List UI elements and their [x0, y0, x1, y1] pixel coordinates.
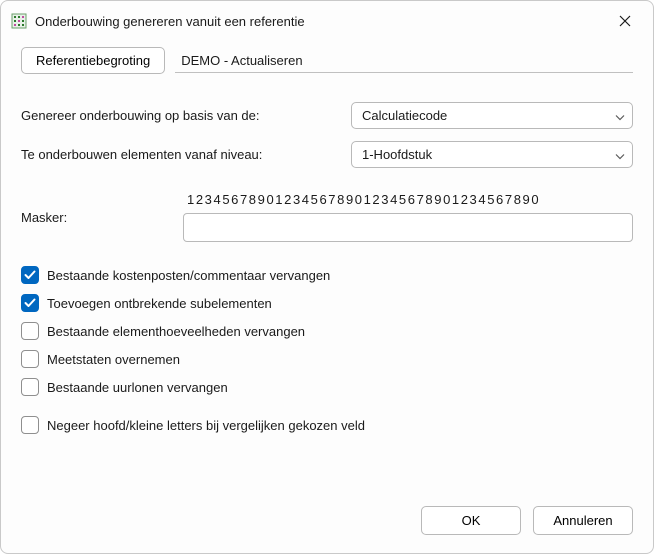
checkbox-box — [21, 294, 39, 312]
mask-input[interactable] — [183, 213, 633, 242]
basis-row: Genereer onderbouwing op basis van de: C… — [21, 102, 633, 129]
checkbox-option[interactable]: Toevoegen ontbrekende subelementen — [21, 294, 633, 312]
checkbox-box — [21, 350, 39, 368]
checkbox-box — [21, 416, 39, 434]
dialog-footer: OK Annuleren — [1, 489, 653, 553]
checkbox-option[interactable]: Negeer hoofd/kleine letters bij vergelij… — [21, 416, 633, 434]
checkbox-option[interactable]: Bestaande elementhoeveelheden vervangen — [21, 322, 633, 340]
checkbox-option[interactable]: Bestaande uurlonen vervangen — [21, 378, 633, 396]
reference-budget-value: DEMO - Actualiseren — [175, 48, 633, 73]
checkbox-list: Bestaande kostenposten/commentaar vervan… — [21, 266, 633, 434]
checkbox-label: Bestaande kostenposten/commentaar vervan… — [47, 268, 330, 283]
niveau-label: Te onderbouwen elementen vanaf niveau: — [21, 147, 351, 162]
reference-row: Referentiebegroting DEMO - Actualiseren — [21, 47, 633, 74]
checkbox-label: Bestaande elementhoeveelheden vervangen — [47, 324, 305, 339]
checkbox-label: Toevoegen ontbrekende subelementen — [47, 296, 272, 311]
niveau-select[interactable]: 1-Hoofdstuk — [351, 141, 633, 168]
close-icon — [619, 15, 631, 27]
dialog-content: Referentiebegroting DEMO - Actualiseren … — [1, 41, 653, 489]
titlebar: Onderbouwing genereren vanuit een refere… — [1, 1, 653, 41]
reference-budget-button[interactable]: Referentiebegroting — [21, 47, 165, 74]
cancel-button[interactable]: Annuleren — [533, 506, 633, 535]
basis-select-value: Calculatiecode — [351, 102, 633, 129]
mask-row: Masker: 12345678901234567890123456789012… — [21, 192, 633, 242]
niveau-select-value: 1-Hoofdstuk — [351, 141, 633, 168]
checkbox-option[interactable]: Meetstaten overnemen — [21, 350, 633, 368]
checkbox-label: Bestaande uurlonen vervangen — [47, 380, 228, 395]
checkbox-label: Meetstaten overnemen — [47, 352, 180, 367]
basis-label: Genereer onderbouwing op basis van de: — [21, 108, 351, 123]
check-icon — [24, 298, 36, 308]
mask-right: 1234567890123456789012345678901234567890 — [183, 192, 633, 242]
mask-ruler: 1234567890123456789012345678901234567890 — [183, 192, 633, 207]
checkbox-box — [21, 378, 39, 396]
niveau-row: Te onderbouwen elementen vanaf niveau: 1… — [21, 141, 633, 168]
dialog-window: Onderbouwing genereren vanuit een refere… — [0, 0, 654, 554]
window-title: Onderbouwing genereren vanuit een refere… — [35, 14, 609, 29]
checkbox-option[interactable]: Bestaande kostenposten/commentaar vervan… — [21, 266, 633, 284]
close-button[interactable] — [609, 5, 641, 37]
checkbox-box — [21, 266, 39, 284]
ok-button[interactable]: OK — [421, 506, 521, 535]
checkbox-box — [21, 322, 39, 340]
checkbox-label: Negeer hoofd/kleine letters bij vergelij… — [47, 418, 365, 433]
mask-label: Masker: — [21, 210, 183, 225]
check-icon — [24, 270, 36, 280]
app-icon — [11, 13, 27, 29]
basis-select[interactable]: Calculatiecode — [351, 102, 633, 129]
